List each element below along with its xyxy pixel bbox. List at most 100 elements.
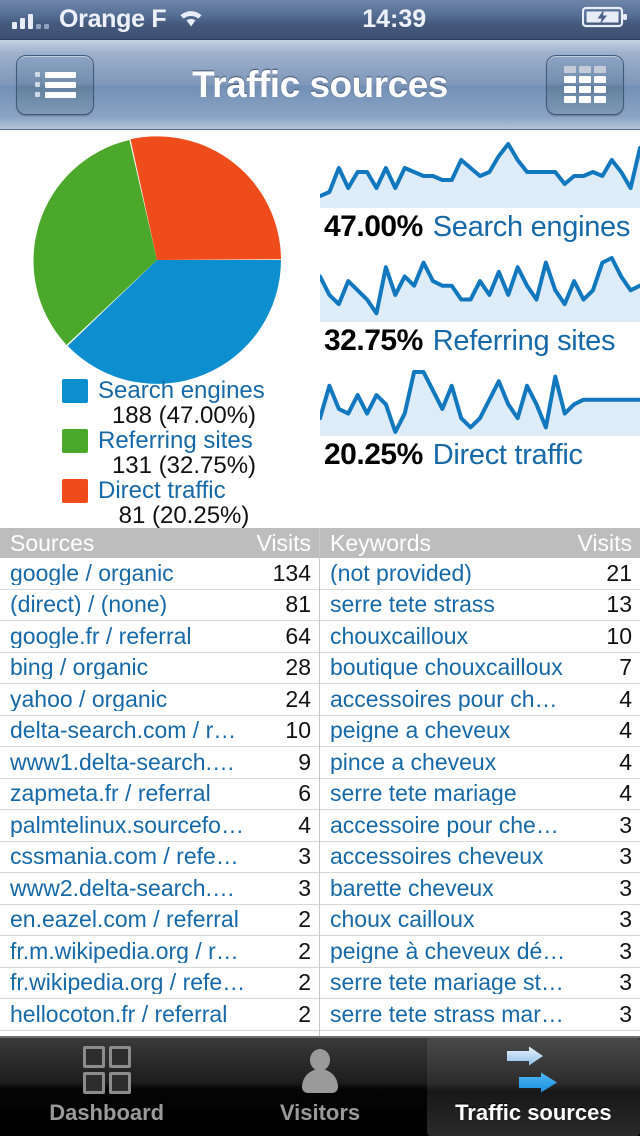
row-label: google.fr / referral [10,624,192,648]
row-value: 3 [619,969,632,996]
tab-label-dashboard: Dashboard [49,1100,165,1125]
row-label: hellocoton.fr / referral [10,1002,228,1026]
sources-table-header: Sources Visits [0,528,319,558]
table-row[interactable]: www2.delta-search.co… 3 [0,873,319,905]
row-value: 64 [285,622,311,649]
legend-item: Referring sites [62,428,322,454]
table-row[interactable]: www1.delta-search.co… 9 [0,747,319,779]
row-label: delta-search.com / ref… [10,719,246,743]
table-row[interactable]: (direct) / (none) 81 [0,589,319,621]
table-row[interactable]: google.fr / referral 64 [0,621,319,653]
table-row[interactable]: serre tete strass 13 [320,589,640,621]
sparkline-label-referring-sites: Referring sites [432,325,616,357]
row-value: 21 [606,559,632,586]
table-row[interactable]: bing / organic 28 [0,652,319,684]
navigation-bar: Traffic sources [0,40,640,130]
summary-row: Search engines 188 (47.00%) Referring si… [0,130,640,528]
row-label: accessoires pour chev… [330,687,566,711]
carrier-label: Orange F [59,5,167,33]
sources-table[interactable]: Sources Visits google / organic 134 (direc… [0,528,320,1036]
table-row[interactable]: peigne a cheveux 4 [320,715,640,747]
sparkline-block-referring-sites[interactable]: 32.75% Referring sites [320,252,640,358]
keywords-table-body: (not provided) 21 serre tete strass 13 choux… [320,558,640,1036]
tab-visitors[interactable]: Visitors [213,1038,426,1136]
status-bar-center: 14:39 [206,7,582,32]
tab-label-visitors: Visitors [279,1100,361,1125]
table-row[interactable]: hellocoton.fr / referral 2 [0,999,319,1031]
sources-column-header-visits: Visits [256,529,311,556]
table-row[interactable]: serre tete strass mariage 3 [320,999,640,1031]
table-row[interactable]: fr.wikipedia.org / referral 2 [0,967,319,999]
row-label: serre tete mariage strass [330,971,566,995]
table-row[interactable]: accessoires cheveux 3 [320,841,640,873]
pie-chart-panel: Search engines 188 (47.00%) Referring si… [0,130,320,528]
row-label: fr.m.wikipedia.org / ref… [10,939,246,963]
row-value: 4 [619,685,632,712]
row-value: 81 [285,591,311,618]
app-screen: Orange F 14:39 Traffic sources Search en… [0,0,640,1136]
table-row[interactable]: accessoires pour chev… 4 [320,684,640,716]
sparkline-chart-search-engines [320,138,640,208]
table-row[interactable]: (not provided) 21 [320,558,640,590]
row-label: barette cheveux [330,876,494,900]
table-row[interactable]: zapmeta.fr / referral 6 [0,778,319,810]
sparkline-caption: 47.00% Search engines [320,208,640,244]
sparkline-block-search-engines[interactable]: 47.00% Search engines [320,138,640,244]
table-row[interactable]: pince a cheveux 4 [320,747,640,779]
status-bar: Orange F 14:39 [0,0,640,40]
row-label: fr.wikipedia.org / referral [10,971,246,995]
table-row[interactable]: cssmania.com / referral 3 [0,841,319,873]
tab-dashboard[interactable]: Dashboard [0,1038,213,1136]
tab-bar: Dashboard Visitors Traffic sources [0,1036,640,1136]
table-row[interactable]: serre tete mariage 4 [320,778,640,810]
table-row[interactable]: peigne à cheveux déc… 3 [320,936,640,968]
table-row[interactable]: accessoire pour cheveux 3 [320,810,640,842]
legend-value-referring-sites: 131 (32.75%) [111,452,257,479]
table-view-button[interactable] [546,54,624,115]
row-value: 10 [285,717,311,744]
row-label: google / organic [10,561,174,585]
keywords-table[interactable]: Keywords Visits (not provided) 21 serre te… [320,528,640,1036]
table-row[interactable]: google / organic 134 [0,558,319,590]
row-label: bing / organic [10,656,149,680]
sparkline-percent-referring-sites: 32.75% [324,324,423,357]
traffic-sources-pie-chart [33,136,281,384]
row-value: 4 [298,811,311,838]
keywords-column-header-visits: Visits [577,529,632,556]
row-label: en.eazel.com / referral [10,908,239,932]
row-value: 3 [619,811,632,838]
sparkline-block-direct-traffic[interactable]: 20.25% Direct traffic [320,366,640,472]
row-label: serre tete mariage [330,782,517,806]
menu-button[interactable] [16,54,94,115]
row-label: choux cailloux [330,908,475,932]
table-row[interactable]: palmtelinux.sourceforg… 4 [0,810,319,842]
table-row[interactable]: fr.m.wikipedia.org / ref… 2 [0,936,319,968]
pie-legend: Search engines 188 (47.00%) Referring si… [62,378,322,528]
table-row[interactable]: barette cheveux 3 [320,873,640,905]
row-label: yahoo / organic [10,687,168,711]
row-value: 13 [606,591,632,618]
legend-item: Search engines [62,378,322,404]
sparkline-percent-direct-traffic: 20.25% [324,438,423,471]
row-value: 2 [298,969,311,996]
person-icon [299,1044,341,1096]
clock-label: 14:39 [362,5,427,33]
table-row[interactable]: chouxcailloux 10 [320,621,640,653]
row-label: pince a cheveux [330,750,497,774]
legend-swatch-referring-sites [62,429,88,453]
row-value: 3 [619,937,632,964]
table-row[interactable]: en.eazel.com / referral 2 [0,904,319,936]
table-row[interactable]: serre tete mariage strass 3 [320,967,640,999]
keywords-column-header-name: Keywords [330,529,431,556]
tab-traffic-sources[interactable]: Traffic sources [426,1038,640,1136]
legend-value-direct-traffic: 81 (20.25%) [118,502,250,529]
battery-charging-icon [581,5,628,34]
row-value: 3 [619,1000,632,1027]
table-row[interactable]: boutique chouxcailloux 7 [320,652,640,684]
row-label: boutique chouxcailloux [330,656,563,680]
table-row[interactable]: choux cailloux 3 [320,904,640,936]
table-row[interactable]: yahoo / organic 24 [0,684,319,716]
row-value: 28 [285,654,311,681]
table-row[interactable]: delta-search.com / ref… 10 [0,715,319,747]
row-value: 3 [619,843,632,870]
